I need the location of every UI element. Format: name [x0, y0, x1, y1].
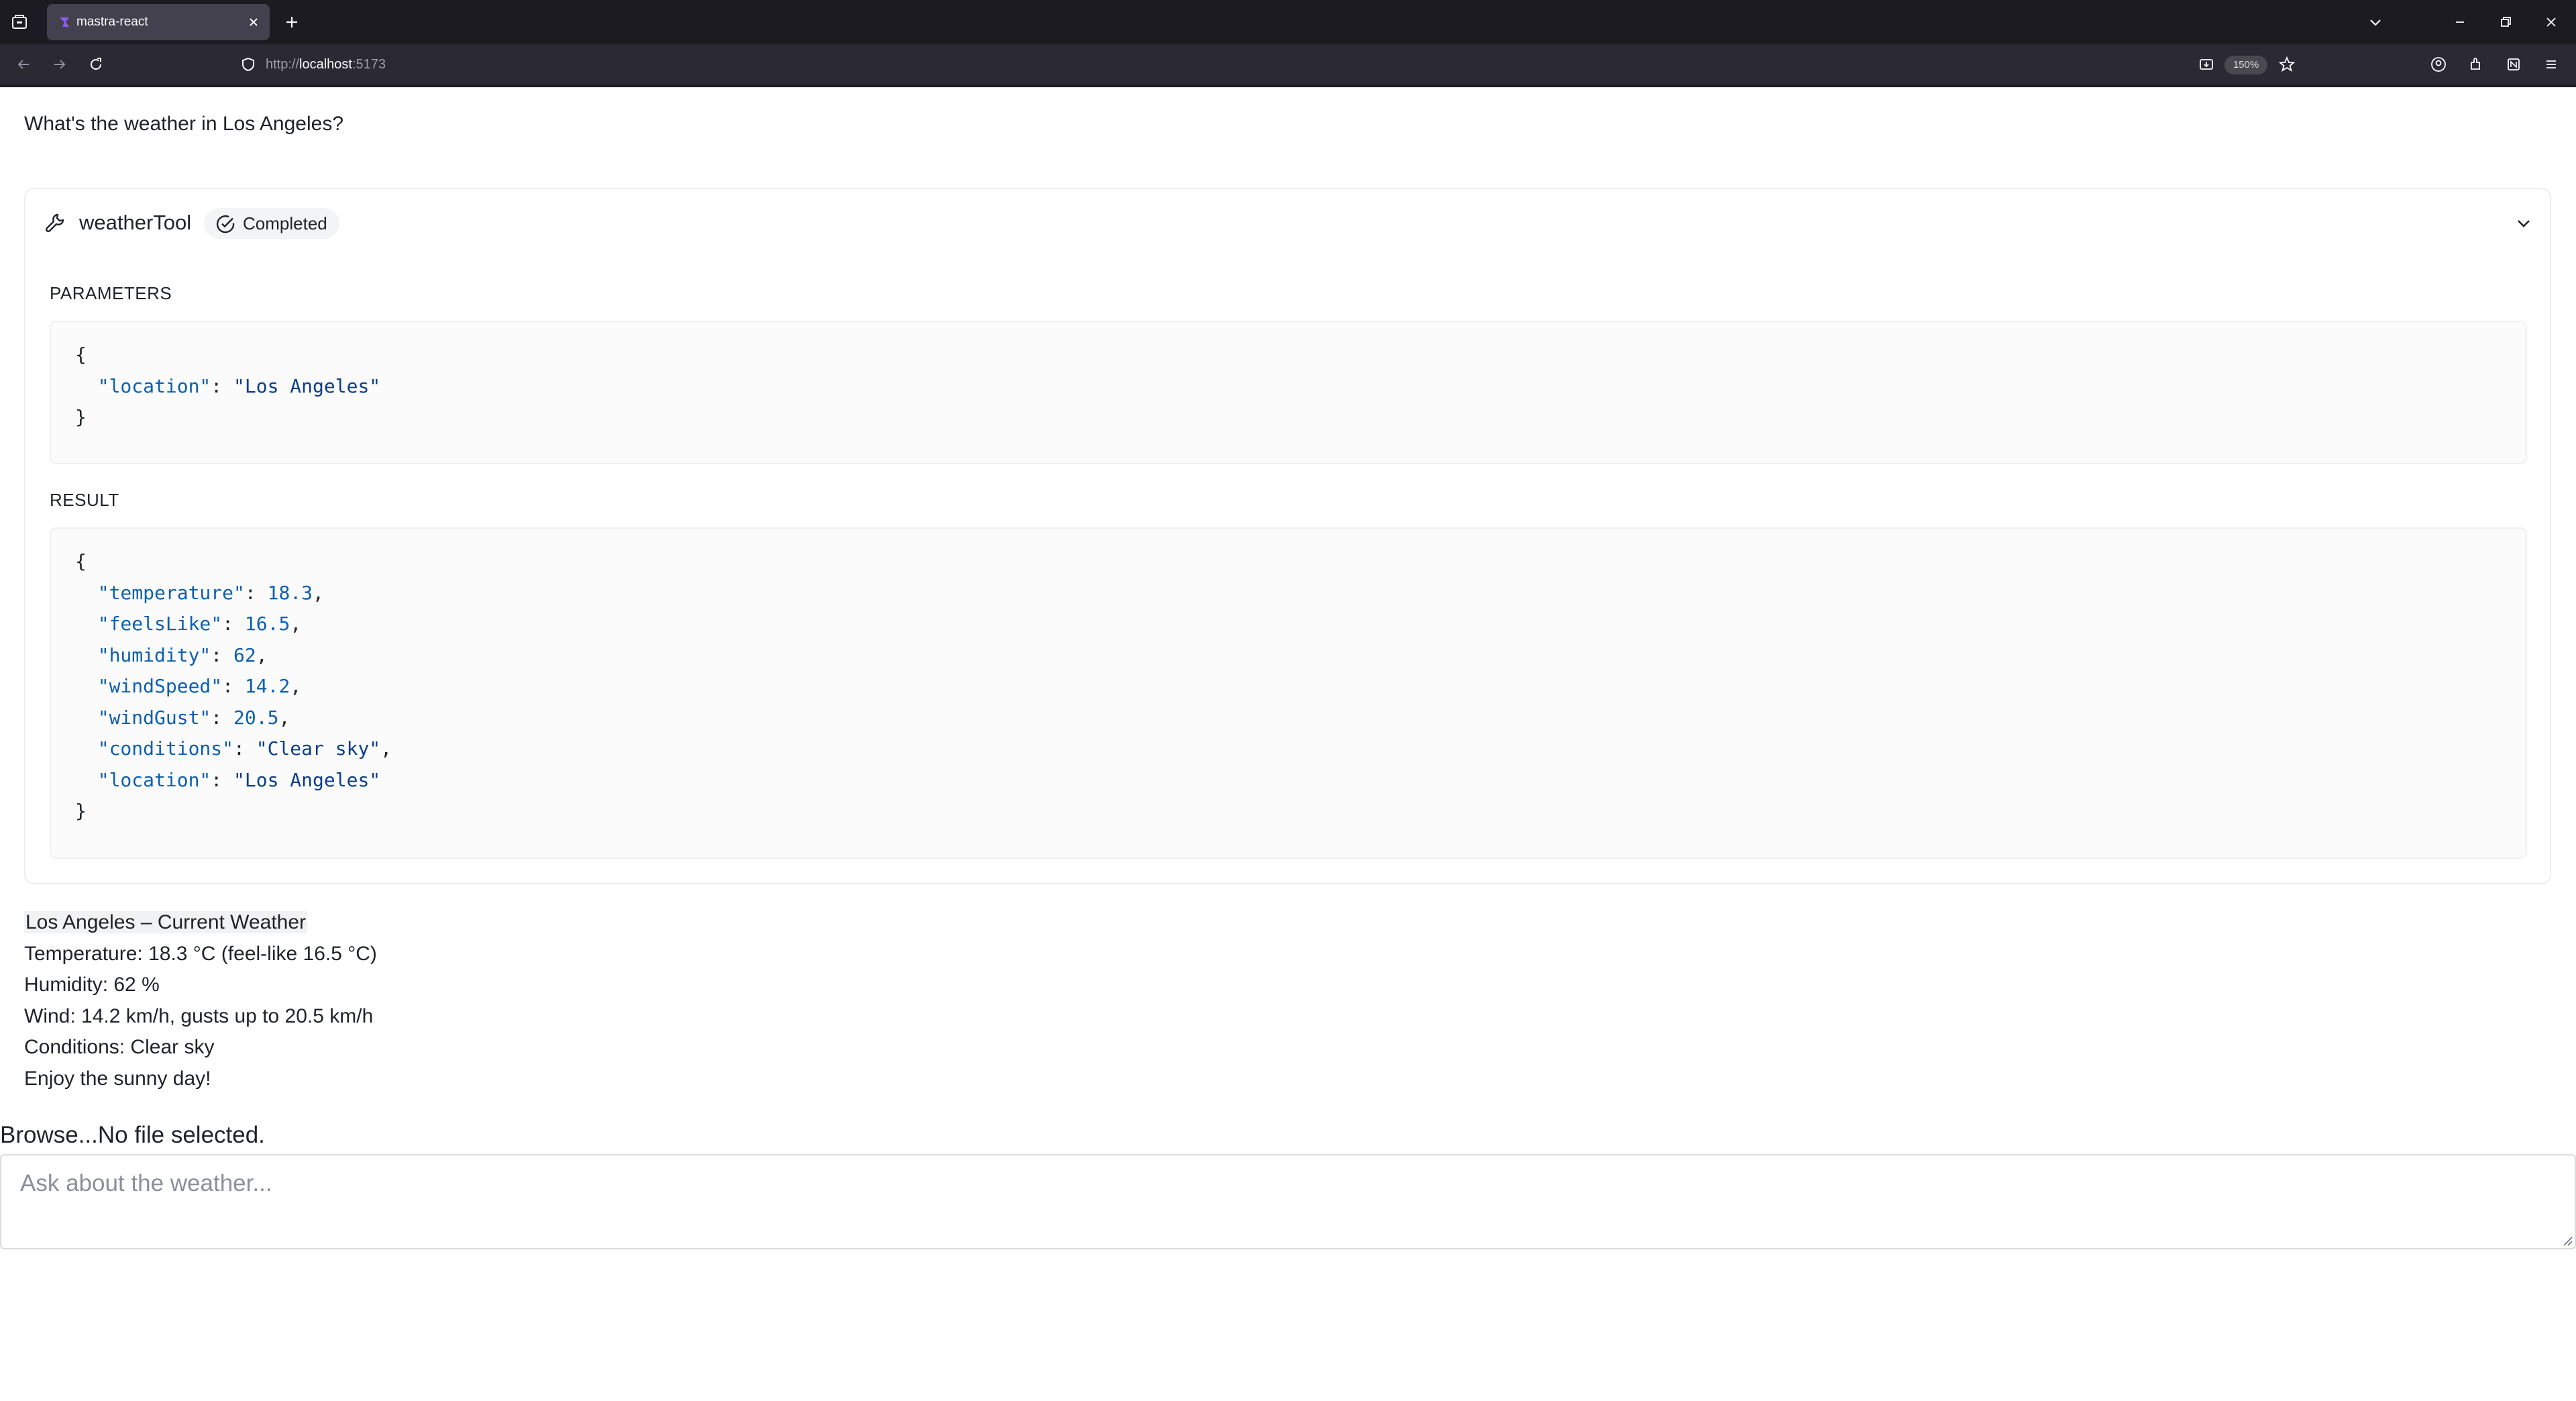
- code-line: "windGust": 20.5,: [97, 706, 290, 729]
- download-page-icon[interactable]: [2196, 54, 2216, 74]
- result-label: RESULT: [50, 490, 119, 510]
- file-status-text: No file selected.: [97, 1122, 265, 1148]
- minimize-icon[interactable]: [2450, 12, 2470, 32]
- code-line: {: [75, 550, 87, 572]
- wrench-icon: [45, 213, 64, 233]
- address-bar[interactable]: http://localhost:5173: [228, 48, 2298, 81]
- resize-handle-icon[interactable]: [2559, 1232, 2573, 1247]
- chevron-down-icon[interactable]: [2514, 213, 2534, 234]
- reload-icon[interactable]: [86, 54, 106, 74]
- chrome-divider: [0, 85, 2576, 87]
- tool-call-card: weatherTool Completed PARAMETERS { "loca…: [24, 188, 2551, 884]
- firefox-view-icon[interactable]: [9, 12, 30, 32]
- code-line: "humidity": 62,: [97, 643, 268, 666]
- url-text: http://localhost:5173: [266, 57, 386, 72]
- close-window-icon[interactable]: [2541, 12, 2561, 32]
- browser-nav-bar: http://localhost:5173: [0, 44, 2576, 85]
- reply-line: Conditions: Clear sky: [24, 1036, 215, 1058]
- code-line: "windSpeed": 14.2,: [97, 675, 302, 697]
- reply-line: Enjoy the sunny day!: [24, 1067, 211, 1090]
- code-line: {: [75, 344, 87, 366]
- account-icon[interactable]: [2428, 54, 2449, 74]
- mastra-favicon-icon: [60, 17, 69, 27]
- parameters-label: PARAMETERS: [50, 283, 172, 303]
- reply-line: Temperature: 18.3 °C (feel‑like 16.5 °C): [24, 942, 377, 965]
- zoom-level-badge[interactable]: 150%: [2224, 56, 2267, 74]
- file-input[interactable]: Browse...No file selected.: [0, 1122, 265, 1149]
- new-tab-icon[interactable]: [282, 12, 302, 32]
- extensions-icon[interactable]: [2466, 54, 2486, 74]
- parameters-code-block: { "location": "Los Angeles"}: [50, 321, 2527, 464]
- forward-icon[interactable]: [50, 54, 70, 74]
- code-line: "feelsLike": 16.5,: [97, 613, 302, 635]
- close-tab-icon[interactable]: [246, 14, 262, 30]
- browser-tab-bar: mastra-react: [0, 0, 2576, 44]
- chat-input[interactable]: [0, 1154, 2576, 1249]
- code-line: "temperature": 18.3,: [97, 581, 324, 604]
- status-label: Completed: [243, 213, 327, 234]
- list-all-tabs-icon[interactable]: [2365, 12, 2385, 32]
- assistant-reply: Los Angeles – Current Weather Temperatur…: [24, 907, 377, 1094]
- reply-line: Wind: 14.2 km/h, gusts up to 20.5 km/h: [24, 1004, 374, 1027]
- tool-call-header[interactable]: weatherTool Completed: [25, 189, 2550, 258]
- code-line: }: [75, 406, 87, 428]
- back-icon[interactable]: [13, 54, 34, 74]
- user-message: What's the weather in Los Angeles?: [24, 113, 344, 135]
- reply-line: Humidity: 62 %: [24, 974, 160, 996]
- tracking-protection-shield-icon[interactable]: [240, 56, 256, 72]
- app-menu-icon[interactable]: [2541, 54, 2561, 74]
- result-code-block: { "temperature": 18.3, "feelsLike": 16.5…: [50, 527, 2527, 859]
- restore-icon[interactable]: [2496, 12, 2516, 32]
- reply-title: Los Angeles – Current Weather: [24, 911, 308, 933]
- code-line: }: [75, 800, 87, 822]
- code-line: "location": "Los Angeles": [97, 768, 381, 791]
- code-line: "conditions": "Clear sky",: [97, 737, 392, 760]
- check-circle-icon: [216, 215, 235, 234]
- status-badge: Completed: [204, 208, 339, 239]
- notion-extension-icon[interactable]: [2504, 54, 2524, 74]
- code-line: "location": "Los Angeles": [97, 374, 381, 397]
- tab-title: mastra-react: [76, 15, 148, 29]
- tool-name: weatherTool: [79, 211, 192, 234]
- bookmark-star-icon[interactable]: [2277, 54, 2297, 74]
- browse-button[interactable]: Browse...: [0, 1122, 98, 1148]
- browser-tab-active[interactable]: mastra-react: [47, 4, 270, 40]
